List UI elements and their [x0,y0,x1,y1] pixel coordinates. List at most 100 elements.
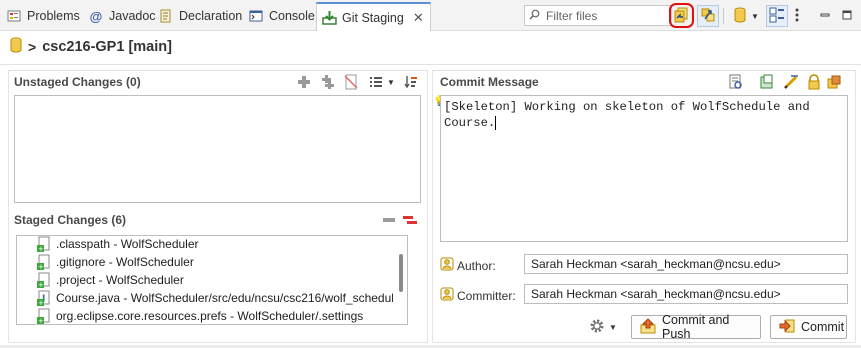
more-vertical-icon [795,8,799,25]
chevron-down-icon: ▼ [609,323,617,332]
list-item[interactable]: + .gitignore - WolfScheduler [17,253,397,271]
commit-settings-button[interactable]: ▼ [589,318,617,337]
change-id-icon[interactable] [826,74,842,90]
file-label: org.eclipse.core.resources.prefs - WolfS… [56,309,364,323]
committer-field[interactable]: Sarah Heckman <sarah_heckman@ncsu.edu> [524,284,848,304]
chevron-down-icon: ▼ [751,11,759,21]
modified-file-icon: + [37,308,51,324]
repository-icon [10,37,22,57]
maximize-button[interactable] [836,5,858,27]
filter-files-field[interactable] [524,5,672,26]
commit-message-text: [Skeleton] Working on skeleton of WolfSc… [444,100,810,130]
author-icon [440,256,454,275]
close-tab-icon[interactable]: ✕ [413,10,424,26]
file-label: .gitignore - WolfScheduler [56,255,194,269]
stage-selected-icon[interactable] [296,74,312,90]
staged-scrollbar[interactable] [393,236,407,324]
link-selection-icon [700,7,716,26]
commit-message-title: Commit Message [440,75,539,89]
problems-icon [6,8,22,24]
console-icon [248,8,264,24]
file-label: .classpath - WolfScheduler [56,237,199,251]
list-item[interactable]: J+ Course.java - WolfScheduler/src/edu/n… [17,289,407,307]
svg-text:+: + [38,299,44,306]
commit-button[interactable]: Commit [770,315,847,339]
repository-icon [734,7,746,26]
filter-files-input[interactable] [544,7,662,24]
layout-toggle-button[interactable] [766,5,788,27]
commit-icon [779,318,795,337]
signed-off-icon[interactable] [783,74,799,90]
svg-text:+: + [38,317,44,324]
staged-title: Staged Changes (6) [14,213,127,227]
stage-all-icon[interactable] [319,74,335,90]
minimize-icon [820,9,830,23]
tab-label: Problems [27,9,80,23]
maximize-icon [842,9,852,23]
repository-dropdown-button[interactable]: ▼ [748,5,762,27]
declaration-icon [158,8,174,24]
minimize-button[interactable] [814,5,836,27]
javadoc-icon: @ [89,8,103,24]
commit-and-push-button[interactable]: Commit and Push [631,313,761,341]
header-divider [0,64,861,65]
layout-icon [769,7,785,26]
commit-message-editor[interactable]: [Skeleton] Working on skeleton of WolfSc… [440,95,848,242]
tab-label: Console [269,9,315,23]
view-menu-button[interactable] [790,5,804,27]
commit-and-push-label: Commit and Push [662,313,730,341]
tab-label: Javadoc [109,9,156,23]
highlight-ring [669,3,694,28]
staged-files-list[interactable]: + .classpath - WolfScheduler + .gitignor… [16,235,408,325]
tab-javadoc[interactable]: @ Javadoc [88,4,156,28]
list-item[interactable]: + .classpath - WolfScheduler [17,236,397,253]
text-caret: ​ [495,116,497,130]
modified-file-icon: + [37,254,51,271]
file-label: .project - WolfScheduler [56,273,184,287]
amend-icon[interactable] [759,74,775,90]
breadcrumb-chevron-icon: > [28,39,37,55]
commit-push-icon [640,317,656,337]
committer-icon [440,286,454,305]
author-label: Author: [440,256,496,275]
author-label-text: Author: [457,258,496,273]
list-item[interactable]: + org.eclipse.core.resources.prefs - Wol… [17,307,397,324]
tab-console[interactable]: Console [248,4,315,28]
modified-file-icon: + [37,272,51,289]
svg-text:+: + [38,263,44,270]
view-tab-bar: Problems @ Javadoc Declaration Console G… [0,0,861,31]
commit-label: Commit [801,320,845,334]
unstaged-title: Unstaged Changes (0) [14,75,141,89]
chevron-down-icon[interactable]: ▼ [386,74,396,90]
svg-text:+: + [38,281,44,288]
gear-icon [589,318,605,337]
toolbar-separator [723,8,724,24]
repository-title: csc216-GP1 [main] [42,39,172,55]
unstage-all-icon[interactable] [402,212,418,228]
tab-label: Git Staging [342,10,404,25]
author-field[interactable]: Sarah Heckman <sarah_heckman@ncsu.edu> [524,254,848,274]
committer-label-text: Committer: [457,288,516,303]
lock-icon[interactable] [806,74,822,90]
tab-declaration[interactable]: Declaration [158,4,242,28]
spell-check-icon[interactable] [728,74,744,90]
unstaged-files-list[interactable] [14,95,421,203]
tab-label: Declaration [179,9,243,23]
sort-icon[interactable] [403,74,419,90]
java-file-icon: J+ [37,290,51,307]
tab-git-staging[interactable]: Git Staging ✕ [316,2,431,31]
ignore-file-icon[interactable] [343,74,359,90]
presentation-list-icon[interactable] [368,74,384,90]
scrollbar-thumb[interactable] [399,254,403,292]
tab-problems[interactable]: Problems [6,4,80,28]
unstage-selected-icon[interactable] [381,212,397,228]
modified-file-icon: + [37,236,51,253]
list-item[interactable]: + .project - WolfScheduler [17,271,397,289]
svg-text:+: + [38,245,44,252]
repository-header: > csc216-GP1 [main] [10,36,172,58]
git-staging-icon [321,10,337,26]
link-selection-button[interactable] [697,5,719,27]
search-icon [529,9,540,23]
file-label: Course.java - WolfScheduler/src/edu/ncsu… [56,291,408,305]
committer-label: Committer: [440,286,516,305]
